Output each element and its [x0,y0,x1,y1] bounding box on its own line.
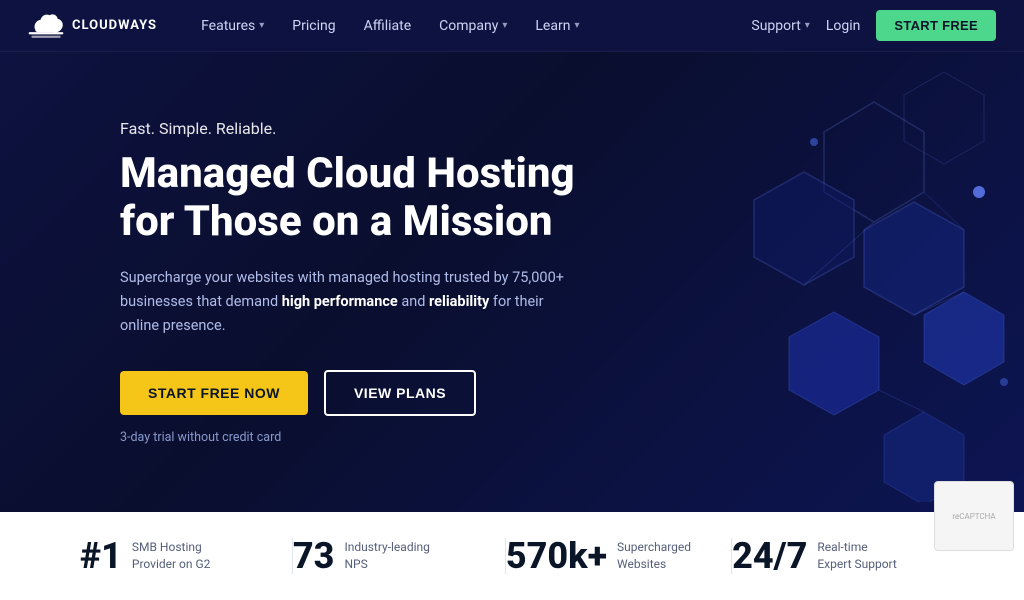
hero-buttons: START FREE NOW VIEW PLANS [120,370,580,416]
nav-learn[interactable]: Learn ▾ [523,12,591,40]
hero-section: Fast. Simple. Reliable. Managed Cloud Ho… [0,52,1024,512]
stat-item-1: #1 SMB Hosting Provider on G2 [80,538,293,574]
nav-links: Features ▾ Pricing Affiliate Company ▾ L… [189,12,751,40]
login-button[interactable]: Login [826,18,861,34]
nav-company[interactable]: Company ▾ [427,12,519,40]
stat-label-3: Supercharged Websites [617,539,691,573]
start-free-now-button[interactable]: START FREE NOW [120,371,308,415]
logo[interactable]: CLOUDWAYS [28,13,157,39]
logo-text: CLOUDWAYS [72,18,157,33]
stat-item-3: 570k+ Supercharged Websites [506,538,732,574]
view-plans-button[interactable]: VIEW PLANS [324,370,476,416]
nav-features[interactable]: Features ▾ [189,12,276,40]
hero-content: Fast. Simple. Reliable. Managed Cloud Ho… [0,119,580,445]
nav-pricing[interactable]: Pricing [280,12,347,40]
stat-label-1: SMB Hosting Provider on G2 [132,539,222,573]
nav-right: Support ▾ Login START FREE [751,10,996,41]
chevron-down-icon: ▾ [502,20,507,31]
chevron-down-icon: ▾ [259,20,264,31]
start-free-nav-button[interactable]: START FREE [876,10,996,41]
chevron-down-icon: ▾ [574,20,579,31]
stat-number-1: #1 [80,538,122,574]
navbar: CLOUDWAYS Features ▾ Pricing Affiliate C… [0,0,1024,52]
stat-number-3: 570k+ [506,538,607,574]
hero-tagline: Fast. Simple. Reliable. [120,119,580,138]
stat-number-2: 73 [293,538,335,574]
stat-item-4: 24/7 Real-time Expert Support [732,538,944,574]
stat-item-2: 73 Industry-leading NPS [293,538,506,574]
hex-decoration [524,52,1024,502]
trial-note: 3-day trial without credit card [120,430,580,445]
logo-icon [28,13,64,39]
captcha-widget[interactable]: reCAPTCHA [934,481,1014,551]
stat-number-4: 24/7 [732,538,807,574]
stats-bar: #1 SMB Hosting Provider on G2 73 Industr… [0,512,1024,600]
stat-label-2: Industry-leading NPS [344,539,434,573]
chevron-down-icon: ▾ [805,20,810,31]
nav-affiliate[interactable]: Affiliate [352,12,424,40]
hero-title: Managed Cloud Hosting for Those on a Mis… [120,150,580,247]
hero-description: Supercharge your websites with managed h… [120,266,580,338]
stat-label-4: Real-time Expert Support [817,539,904,573]
support-button[interactable]: Support ▾ [751,18,809,34]
